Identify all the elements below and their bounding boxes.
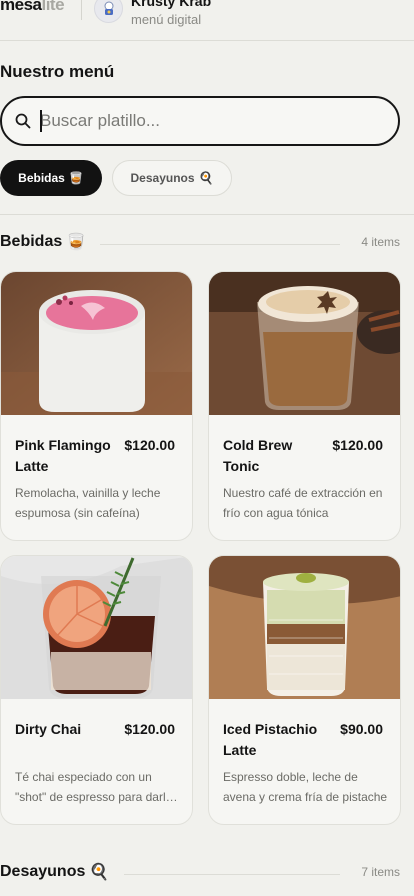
item-price: $120.00	[124, 437, 175, 453]
item-price: $120.00	[124, 721, 175, 737]
divider	[0, 214, 414, 215]
item-count: 4 items	[361, 235, 400, 249]
menu-item-card[interactable]: Dirty Chai $120.00 Té chai especiado con…	[0, 555, 193, 825]
section-title-text: Desayunos	[0, 863, 86, 880]
whiskey-glass-icon: 🥃	[66, 234, 87, 251]
frying-pan-icon: 🍳	[198, 171, 214, 185]
item-image	[1, 272, 192, 415]
chip-desayunos[interactable]: Desayunos 🍳	[112, 160, 232, 196]
chef-icon	[104, 1, 113, 15]
item-price: $120.00	[332, 437, 383, 453]
menu-item-card[interactable]: Pink Flamingo Latte $120.00 Remolacha, v…	[0, 271, 193, 541]
item-name: Iced Pistachio Latte	[223, 721, 318, 758]
item-description: Nuestro café de extracción en frío con a…	[223, 486, 383, 520]
item-name: Dirty Chai	[15, 721, 82, 737]
store-name: Krusty Krab	[131, 0, 212, 9]
chip-label: Bebidas	[18, 171, 65, 185]
item-name: Cold Brew Tonic	[223, 437, 293, 474]
section-header-bebidas: Bebidas 🥃 4 items	[0, 232, 400, 256]
section-line	[124, 874, 340, 875]
section-title: Bebidas 🥃	[0, 232, 86, 252]
menu-item-card[interactable]: Iced Pistachio Latte $90.00 Espresso dob…	[208, 555, 401, 825]
header-divider	[81, 0, 82, 20]
section-header-desayunos: Desayunos 🍳 7 items	[0, 862, 400, 886]
brand-logo[interactable]: mesalite	[0, 0, 65, 15]
chip-label: Desayunos	[130, 171, 195, 185]
item-image	[209, 556, 400, 699]
item-image	[1, 556, 192, 699]
search-bar[interactable]	[0, 96, 400, 146]
chip-bebidas[interactable]: Bebidas 🥃	[0, 160, 102, 196]
brand-sub: lite	[41, 0, 65, 14]
item-count: 7 items	[361, 865, 400, 879]
app-header: mesalite Krusty Krab menú digital	[0, 0, 414, 41]
search-icon	[15, 113, 31, 129]
store-subtitle: menú digital	[131, 12, 202, 27]
restaurant-avatar	[94, 0, 123, 23]
item-image	[209, 272, 400, 415]
item-name: Pink Flamingo Latte	[15, 437, 111, 474]
page-title: Nuestro menú	[0, 62, 115, 81]
frying-pan-icon: 🍳	[89, 864, 110, 881]
item-price: $90.00	[340, 721, 383, 737]
whiskey-glass-icon: 🥃	[68, 171, 84, 185]
item-description: Remolacha, vainilla y leche espumosa (si…	[15, 486, 161, 520]
section-title: Desayunos 🍳	[0, 862, 109, 882]
section-line	[100, 244, 340, 245]
search-input[interactable]	[40, 108, 380, 134]
brand-main: mesa	[0, 0, 42, 14]
section-title-text: Bebidas	[0, 233, 63, 250]
menu-item-card[interactable]: Cold Brew Tonic $120.00 Nuestro café de …	[208, 271, 401, 541]
text-caret	[40, 110, 42, 132]
item-description: Espresso doble, leche de avena y crema f…	[223, 770, 388, 804]
item-description: Té chai especiado con un "shot" de espre…	[15, 770, 173, 804]
